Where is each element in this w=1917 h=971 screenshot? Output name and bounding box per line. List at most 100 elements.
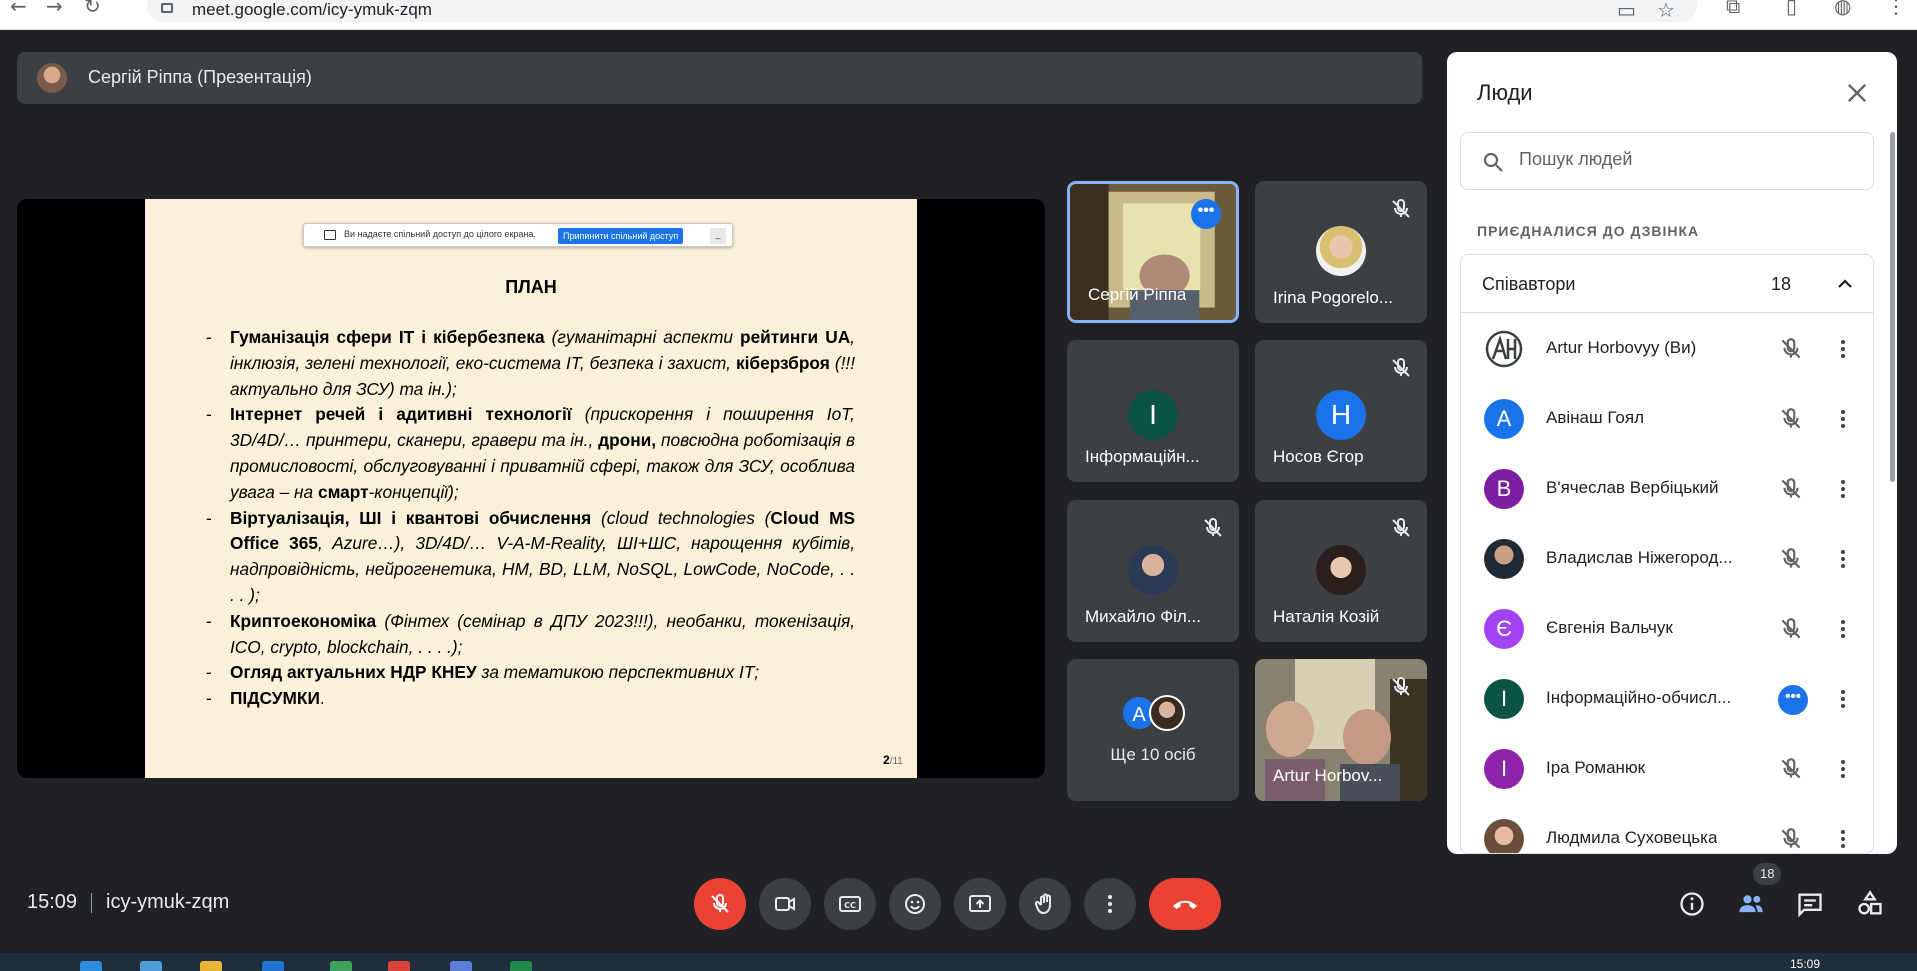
slide-bullet: Гуманізація сфери ІТ і кібербезпека (гум… [205, 325, 855, 402]
list-item[interactable]: В В'ячеслав Вербіцький [1461, 453, 1873, 523]
contributors-header[interactable]: Співавтори 18 [1461, 255, 1873, 313]
extensions-icon[interactable]: ⧉ [1726, 0, 1740, 16]
browser-toolbar: ← → ↻ meet.google.com/icy-ymuk-zqm ▭ ☆ ⧉… [0, 0, 1917, 30]
captions-button[interactable]: CC [824, 878, 876, 930]
presenter-avatar [37, 63, 67, 93]
participant-avatar: І [1128, 390, 1178, 440]
forward-icon[interactable]: → [46, 0, 63, 16]
sidepanel-icon[interactable]: ▯ [1786, 0, 1797, 16]
list-item[interactable]: І Іра Романюк [1461, 733, 1873, 803]
more-options-icon[interactable]: ••• [1191, 199, 1221, 229]
taskbar: 15:09 [0, 953, 1917, 971]
hide-banner-button[interactable]: _ [710, 228, 726, 244]
more-options-button[interactable] [1084, 878, 1136, 930]
reactions-button[interactable] [889, 878, 941, 930]
slide-bullets: Гуманізація сфери ІТ і кібербезпека (гум… [205, 325, 855, 712]
taskbar-app-icon[interactable] [140, 961, 162, 971]
raise-hand-button[interactable] [1019, 878, 1071, 930]
list-item[interactable]: Владислав Ніжегород... [1461, 523, 1873, 593]
more-participants-label: Ще 10 осіб [1110, 745, 1196, 764]
user-avatar: А [1484, 399, 1524, 439]
search-input[interactable] [1519, 149, 1859, 170]
more-vert-icon[interactable] [1831, 477, 1855, 501]
participant-tile[interactable]: Irina Pogorelo... [1255, 181, 1427, 323]
more-vert-icon[interactable] [1831, 687, 1855, 711]
taskbar-app-icon[interactable] [330, 961, 352, 971]
system-clock: 15:09 [1790, 957, 1821, 971]
mic-off-icon [1781, 828, 1801, 849]
user-avatar [1484, 539, 1524, 579]
participant-name: Інформаційн... [1085, 447, 1200, 466]
chevron-up-icon[interactable] [1833, 272, 1857, 296]
slide-bullet: Інтернет речей і адитивні технології (пр… [205, 402, 855, 505]
more-vert-icon[interactable] [1831, 547, 1855, 571]
taskbar-app-icon[interactable] [262, 961, 284, 971]
more-vert-icon[interactable] [1831, 827, 1855, 851]
participant-tile[interactable]: Наталія Козій [1255, 500, 1427, 642]
participant-tile[interactable]: Михайло Філ... [1067, 500, 1239, 642]
emoji-icon [905, 894, 925, 914]
mic-off-icon [1392, 676, 1410, 696]
participant-tile[interactable]: І Інформаційн... [1067, 340, 1239, 482]
taskbar-app-icon[interactable] [80, 961, 102, 971]
leave-call-button[interactable] [1149, 878, 1221, 930]
back-icon[interactable]: ← [10, 0, 27, 16]
site-info-icon[interactable] [161, 3, 173, 13]
closed-captions-icon: CC [839, 896, 861, 912]
person-name: Інформаційно-обчисл... [1546, 688, 1732, 707]
slide-bullet: Віртуалізація, ШІ і квантові обчислення … [205, 506, 855, 609]
close-icon[interactable] [1843, 79, 1871, 107]
reload-icon[interactable]: ↻ [84, 0, 101, 16]
person-name: В'ячеслав Вербіцький [1546, 478, 1719, 497]
people-icon[interactable] [1737, 890, 1765, 918]
list-item[interactable]: А Авінаш Гоял [1461, 383, 1873, 453]
more-vert-icon [1108, 895, 1112, 913]
folder-icon[interactable] [200, 961, 222, 971]
mic-toggle-button[interactable] [694, 878, 746, 930]
participant-name: Наталія Козій [1273, 607, 1380, 626]
more-vert-icon[interactable] [1831, 757, 1855, 781]
meeting-code: icy-ymuk-zqm [106, 891, 230, 913]
camera-toggle-button[interactable] [759, 878, 811, 930]
mic-off-icon [1781, 548, 1801, 569]
browser-menu-icon[interactable]: ⋮ [1886, 0, 1906, 16]
slide-bullet: ПІДСУМКИ. [205, 686, 855, 712]
chrome-icon[interactable] [388, 961, 410, 971]
participant-name: Михайло Філ... [1085, 607, 1201, 626]
cast-icon[interactable]: ▭ [1617, 0, 1636, 22]
user-avatar: І [1484, 679, 1524, 719]
slide-page-number: 2/11 [883, 753, 903, 767]
person-name: Artur Horbovyy (Ви) [1546, 338, 1697, 357]
presentation-stage: Ви надаєте спільний доступ до цілого екр… [17, 199, 1045, 778]
info-icon[interactable] [1678, 890, 1706, 918]
participant-avatar: Н [1316, 390, 1366, 440]
more-vert-icon[interactable] [1831, 337, 1855, 361]
present-screen-button[interactable] [954, 878, 1006, 930]
list-item[interactable]: Людмила Суховецька [1461, 803, 1873, 853]
address-bar[interactable]: meet.google.com/icy-ymuk-zqm ▭ ☆ [147, 0, 1697, 22]
chat-icon[interactable] [1796, 890, 1824, 918]
list-item[interactable]: Artur Horbovyy (Ви) [1461, 313, 1873, 383]
panel-title: Люди [1477, 80, 1533, 105]
participant-tile-active[interactable]: ••• Сергій Ріппа [1067, 181, 1239, 323]
present-screen-icon [969, 895, 991, 912]
participant-tile[interactable]: Н Носов Єгор [1255, 340, 1427, 482]
stop-sharing-button[interactable]: Припинити спільний доступ [558, 228, 684, 244]
profile-icon[interactable]: ◍ [1834, 0, 1851, 16]
more-vert-icon[interactable] [1831, 407, 1855, 431]
more-participants-tile[interactable]: А Ще 10 осіб [1067, 659, 1239, 801]
mic-off-icon [1781, 408, 1801, 429]
bookmark-star-icon[interactable]: ☆ [1657, 0, 1675, 22]
more-vert-icon[interactable] [1831, 617, 1855, 641]
participant-tile-self[interactable]: Artur Horbov... [1255, 659, 1427, 801]
activities-icon[interactable] [1856, 890, 1884, 918]
taskbar-app-icon[interactable] [450, 961, 472, 971]
excel-icon[interactable] [510, 961, 532, 971]
presentation-header: Сергій Ріппа (Презентація) [17, 52, 1422, 104]
list-item[interactable]: Є Євгенія Вальчук [1461, 593, 1873, 663]
panel-scrollbar[interactable] [1890, 132, 1895, 482]
people-search[interactable] [1460, 132, 1874, 190]
slide-bullet: Огляд актуальних НДР КНЕУ за тематикою п… [205, 660, 855, 686]
list-item[interactable]: І Інформаційно-обчисл... ••• [1461, 663, 1873, 733]
participant-avatar [1316, 545, 1366, 595]
